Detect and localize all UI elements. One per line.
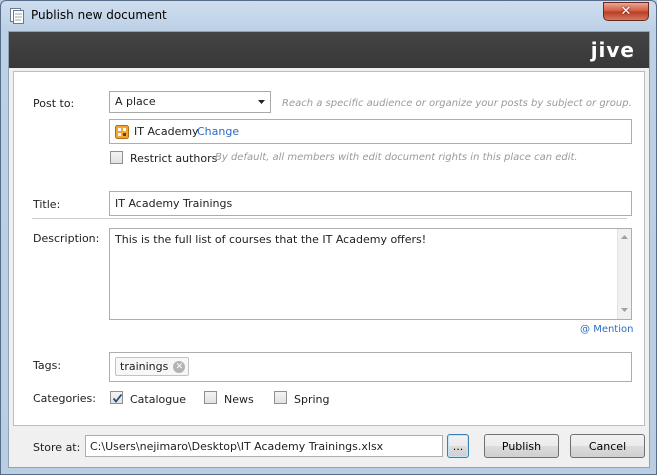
publish-dialog: Publish new document ✕ jive Post to: A p… — [0, 0, 657, 475]
check-icon — [112, 393, 123, 403]
title-bar[interactable]: Publish new document ✕ — [1, 1, 656, 31]
title-value: IT Academy Trainings — [115, 197, 233, 210]
mention-link[interactable]: @ Mention — [580, 324, 633, 335]
selected-place-box: IT Academy Change — [109, 119, 632, 144]
store-path-value: C:\Users\nejimaro\Desktop\IT Academy Tra… — [90, 440, 384, 453]
tag-chip: trainings ✕ — [115, 357, 190, 376]
post-to-hint: Reach a specific audience or organize yo… — [282, 98, 632, 109]
tags-input[interactable]: trainings ✕ — [109, 352, 632, 382]
category-spring-label: Spring — [294, 393, 330, 406]
tags-label: Tags: — [33, 359, 62, 372]
place-icon — [115, 125, 129, 139]
category-catalogue-label: Catalogue — [130, 393, 186, 406]
jive-logo: jive — [590, 38, 635, 62]
divider — [32, 218, 627, 219]
tag-text: trainings — [120, 360, 169, 373]
window-title: Publish new document — [31, 8, 167, 22]
post-to-selected: A place — [115, 95, 156, 108]
cancel-button[interactable]: Cancel — [570, 434, 645, 458]
restrict-authors-label: Restrict authors — [130, 152, 218, 165]
publish-button[interactable]: Publish — [484, 434, 559, 458]
scroll-down-icon[interactable] — [621, 308, 628, 312]
title-input[interactable]: IT Academy Trainings — [109, 191, 632, 216]
title-label: Title: — [33, 198, 61, 211]
category-news-checkbox[interactable] — [204, 391, 217, 404]
categories-label: Categories: — [33, 392, 96, 405]
store-path-input[interactable]: C:\Users\nejimaro\Desktop\IT Academy Tra… — [85, 435, 443, 457]
store-at-label: Store at: — [33, 441, 81, 454]
category-catalogue-checkbox[interactable] — [110, 391, 123, 404]
category-news-label: News — [224, 393, 254, 406]
description-textarea[interactable]: This is the full list of courses that th… — [109, 228, 632, 320]
description-value: This is the full list of courses that th… — [115, 233, 427, 246]
description-scrollbar[interactable] — [617, 229, 631, 319]
close-icon: ✕ — [620, 4, 632, 19]
dialog-body: jive Post to: A place Reach a specific a… — [8, 31, 650, 468]
place-name: IT Academy — [134, 125, 199, 138]
remove-tag-icon[interactable]: ✕ — [173, 361, 186, 373]
chevron-down-icon — [253, 93, 269, 111]
document-icon — [10, 8, 24, 24]
post-to-label: Post to: — [33, 97, 75, 110]
form-panel: Post to: A place Reach a specific audien… — [13, 71, 645, 426]
category-spring-checkbox[interactable] — [274, 391, 287, 404]
restrict-authors-hint: By default, all members with edit docume… — [215, 152, 578, 163]
browse-button[interactable]: ... — [447, 434, 469, 458]
scroll-up-icon[interactable] — [621, 235, 628, 239]
post-to-select[interactable]: A place — [109, 91, 271, 113]
mention-icon: @ — [580, 324, 590, 335]
restrict-authors-checkbox[interactable] — [110, 151, 123, 164]
close-button[interactable]: ✕ — [603, 2, 649, 21]
brand-banner: jive — [9, 32, 649, 68]
change-place-link[interactable]: Change — [197, 125, 239, 138]
description-label: Description: — [33, 232, 100, 245]
